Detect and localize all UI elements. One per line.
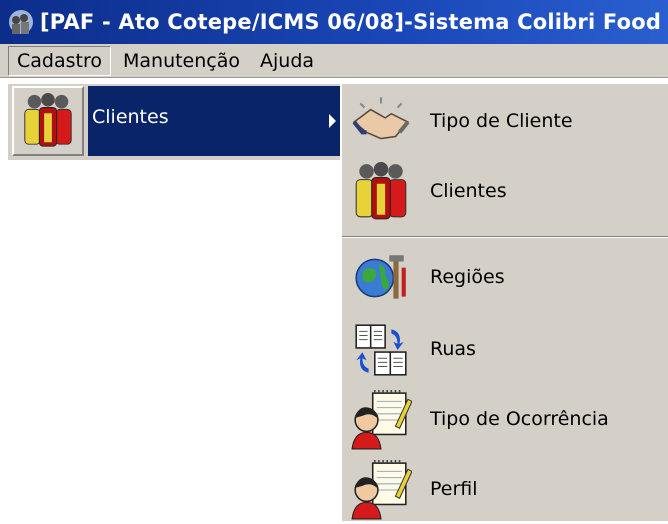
submenu-item-label: Tipo de Cliente <box>430 110 573 132</box>
menu-item-clientes[interactable]: Clientes <box>88 86 346 156</box>
menu-separator <box>342 236 668 238</box>
submenu-item-regioes[interactable]: Regiões <box>342 244 668 312</box>
person-notepad-icon <box>350 459 412 521</box>
people-group-icon <box>350 161 412 223</box>
clientes-menu-icon-cell[interactable] <box>12 86 84 156</box>
title-bar: [PAF - Ato Cotepe/ICMS 06/08]-Sistema Co… <box>0 0 668 44</box>
submenu-item-tipo-de-ocorrencia[interactable]: Tipo de Ocorrência <box>342 386 668 454</box>
menu-bar: Cadastro Manutenção Ajuda <box>0 44 668 78</box>
submenu-item-perfil[interactable]: Perfil <box>342 456 668 524</box>
submenu-item-tipo-de-cliente[interactable]: Tipo de Cliente <box>342 88 668 156</box>
person-notepad-icon <box>350 389 412 451</box>
submenu-item-label: Regiões <box>430 266 505 288</box>
people-group-icon <box>19 92 77 150</box>
submenu-item-label: Clientes <box>430 180 507 202</box>
submenu-item-label: Ruas <box>430 338 476 360</box>
menu-cadastro[interactable]: Cadastro <box>8 45 111 76</box>
handshake-icon <box>350 91 412 153</box>
menu-ajuda[interactable]: Ajuda <box>252 47 322 75</box>
menu-item-clientes-label: Clientes <box>92 106 169 128</box>
submenu-item-label: Perfil <box>430 478 478 500</box>
cadastro-dropdown: Clientes <box>8 84 348 160</box>
submenu-item-label: Tipo de Ocorrência <box>430 408 609 430</box>
clientes-submenu: Tipo de Cliente Clientes Regiões Ruas Ti… <box>340 84 668 521</box>
submenu-arrow-icon <box>329 114 336 128</box>
menu-manutencao[interactable]: Manutenção <box>115 47 248 75</box>
window-title: [PAF - Ato Cotepe/ICMS 06/08]-Sistema Co… <box>40 10 662 34</box>
submenu-item-ruas[interactable]: Ruas <box>342 316 668 384</box>
globe-tools-icon <box>350 247 412 309</box>
submenu-item-clientes[interactable]: Clientes <box>342 158 668 226</box>
colibri-app-icon[interactable] <box>6 7 36 37</box>
book-arrows-icon <box>350 319 412 381</box>
